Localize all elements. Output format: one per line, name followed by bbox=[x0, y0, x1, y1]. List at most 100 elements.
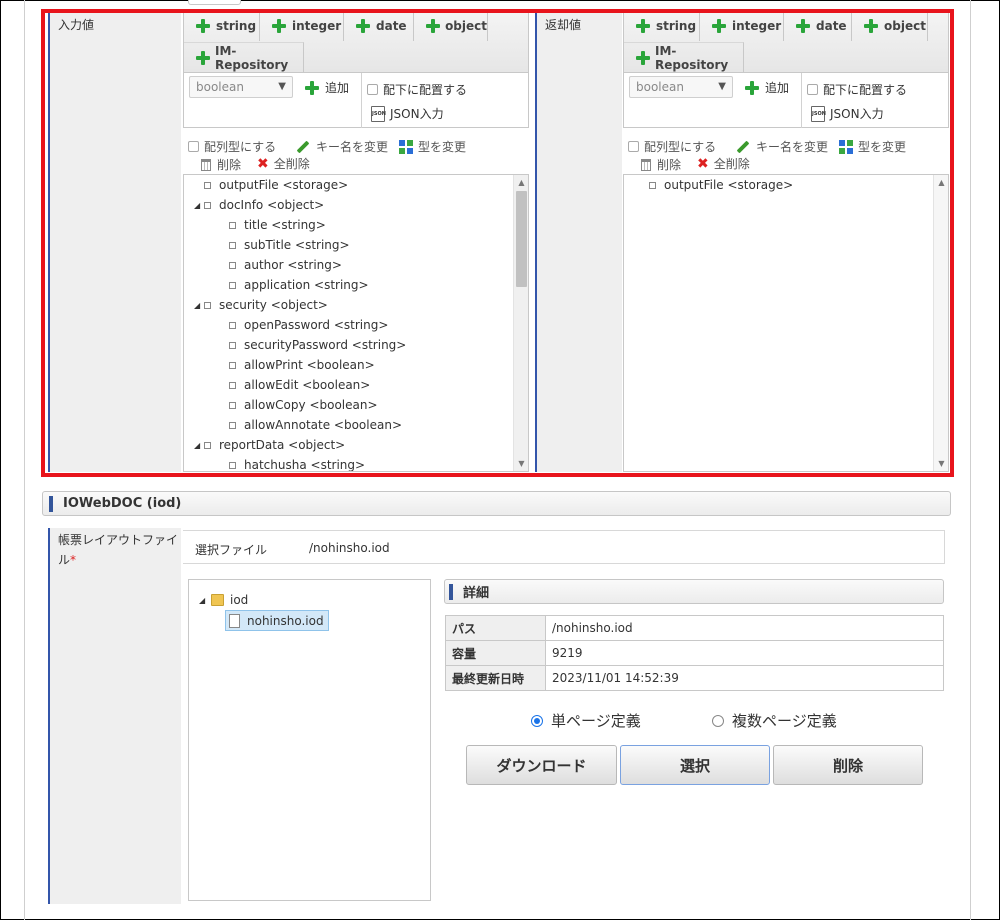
tree-node[interactable]: author <string> bbox=[229, 255, 342, 275]
expand-triangle-icon[interactable]: ◢ bbox=[194, 301, 204, 310]
tree-node[interactable]: outputFile <storage> bbox=[649, 175, 793, 195]
output-delete-all-button[interactable]: ✖ 全削除 bbox=[697, 155, 750, 172]
close-icon: ✖ bbox=[257, 155, 269, 172]
output-delete-button[interactable]: 削除 bbox=[641, 156, 681, 173]
input-array-button[interactable]: 配列型にする bbox=[188, 138, 276, 155]
scroll-up-icon[interactable]: ▲ bbox=[934, 175, 948, 190]
output-rename-button[interactable]: キー名を変更 bbox=[736, 138, 828, 155]
delete-file-button[interactable]: 削除 bbox=[773, 745, 923, 785]
tree-node[interactable]: title <string> bbox=[229, 215, 326, 235]
divider bbox=[361, 73, 362, 128]
table-row: 最終更新日時 2023/11/01 14:52:39 bbox=[445, 665, 944, 691]
tree-node[interactable]: allowAnnotate <boolean> bbox=[229, 415, 402, 435]
input-json-button[interactable]: JSON JSON入力 bbox=[371, 105, 444, 122]
plus-icon bbox=[426, 19, 441, 33]
input-delete-all-button[interactable]: ✖ 全削除 bbox=[257, 155, 310, 172]
radio-multi-page[interactable]: 複数ページ定義 bbox=[712, 710, 837, 731]
pencil-icon bbox=[736, 140, 750, 153]
node-icon bbox=[229, 281, 236, 289]
select-button[interactable]: 選択 bbox=[620, 745, 770, 785]
expand-triangle-icon[interactable]: ◢ bbox=[194, 441, 204, 450]
node-icon bbox=[204, 301, 211, 309]
output-change-type-button[interactable]: 型を変更 bbox=[839, 138, 906, 155]
input-tab-date[interactable]: date bbox=[344, 11, 414, 41]
node-icon bbox=[229, 341, 236, 349]
tree-node[interactable]: outputFile <storage> bbox=[194, 175, 348, 195]
download-button[interactable]: ダウンロード bbox=[466, 745, 617, 785]
plus-icon bbox=[636, 19, 650, 33]
scroll-down-icon[interactable]: ▼ bbox=[934, 456, 948, 471]
radio-unselected-icon bbox=[712, 714, 724, 727]
output-tree[interactable]: outputFile <storage> ▲ ▼ bbox=[623, 174, 949, 472]
trash-icon bbox=[641, 158, 651, 171]
output-tab-integer[interactable]: integer bbox=[700, 11, 784, 41]
chevron-down-icon: ▼ bbox=[718, 81, 726, 92]
tree-folder-iod[interactable]: ◢ iod bbox=[199, 590, 248, 610]
tree-file-nohinsho[interactable]: nohinsho.iod bbox=[225, 610, 329, 631]
tree-node[interactable]: allowPrint <boolean> bbox=[229, 355, 375, 375]
details-table: パス/nohinsho.iod 容量 9219 最終更新日時 2023/11/01 … bbox=[445, 615, 944, 691]
plus-icon bbox=[196, 50, 211, 65]
radio-single-page[interactable]: 単ページ定義 bbox=[531, 710, 641, 731]
expand-triangle-icon[interactable]: ◢ bbox=[199, 596, 209, 605]
input-tree[interactable]: outputFile <storage> ◢ docInfo <object> t… bbox=[183, 174, 529, 472]
input-add-button[interactable]: 追加 bbox=[305, 79, 349, 96]
node-icon bbox=[204, 441, 211, 449]
selected-file-value: /nohinsho.iod bbox=[309, 541, 390, 555]
trash-icon bbox=[201, 158, 211, 171]
output-tree-scrollbar[interactable]: ▲ ▼ bbox=[933, 175, 948, 471]
output-tab-string[interactable]: string bbox=[624, 11, 700, 41]
plus-icon bbox=[196, 19, 210, 33]
plus-icon bbox=[272, 19, 286, 33]
file-tree[interactable]: ◢ iod nohinsho.iod bbox=[188, 579, 431, 901]
output-add-button[interactable]: 追加 bbox=[745, 79, 789, 96]
json-file-icon: JSON bbox=[811, 105, 826, 122]
input-label: 入力値 bbox=[58, 18, 95, 32]
node-icon bbox=[229, 401, 236, 409]
details-header: 詳細 bbox=[444, 579, 944, 604]
input-type-tabs: string integer date object IM-Repository bbox=[184, 11, 528, 73]
input-change-type-button[interactable]: 型を変更 bbox=[399, 138, 466, 155]
checkbox-icon bbox=[628, 141, 639, 152]
tree-node[interactable]: allowEdit <boolean> bbox=[229, 375, 370, 395]
scroll-down-icon[interactable]: ▼ bbox=[514, 456, 528, 471]
tree-node[interactable]: openPassword <string> bbox=[229, 315, 388, 335]
output-array-button[interactable]: 配列型にする bbox=[628, 138, 716, 155]
checkbox-icon bbox=[807, 84, 818, 95]
tree-node[interactable]: ◢ docInfo <object> bbox=[194, 195, 324, 215]
input-tab-object[interactable]: object bbox=[414, 11, 488, 41]
input-rename-button[interactable]: キー名を変更 bbox=[296, 138, 388, 155]
checkbox-icon bbox=[188, 141, 199, 152]
tree-node[interactable]: securityPassword <string> bbox=[229, 335, 406, 355]
layout-file-label: 帳票レイアウトファイル* bbox=[58, 533, 179, 567]
tree-node[interactable]: allowCopy <boolean> bbox=[229, 395, 378, 415]
output-tab-date[interactable]: date bbox=[784, 11, 852, 41]
tree-node[interactable]: subTitle <string> bbox=[229, 235, 350, 255]
node-icon bbox=[229, 221, 236, 229]
input-delete-button[interactable]: 削除 bbox=[201, 156, 241, 173]
output-tab-object[interactable]: object bbox=[852, 11, 928, 41]
output-json-button[interactable]: JSON JSON入力 bbox=[811, 105, 884, 122]
output-place-under-checkbox[interactable]: 配下に配置する bbox=[807, 81, 907, 98]
top-stub bbox=[188, 0, 241, 5]
tree-node[interactable]: application <string> bbox=[229, 275, 369, 295]
input-label-cell: 入力値 bbox=[48, 10, 181, 472]
input-tab-integer[interactable]: integer bbox=[260, 11, 344, 41]
node-icon bbox=[649, 181, 656, 189]
output-toolbar: string integer date object IM-Repository… bbox=[623, 10, 949, 128]
scroll-up-icon[interactable]: ▲ bbox=[514, 175, 528, 190]
output-tab-im-repository[interactable]: IM-Repository bbox=[624, 42, 744, 72]
input-tree-scrollbar[interactable]: ▲ ▼ bbox=[513, 175, 528, 471]
input-place-under-checkbox[interactable]: 配下に配置する bbox=[367, 81, 467, 98]
input-tab-string[interactable]: string bbox=[184, 11, 260, 41]
tree-node[interactable]: ◢ reportData <object> bbox=[194, 435, 345, 455]
expand-triangle-icon[interactable]: ◢ bbox=[194, 201, 204, 210]
tree-node[interactable]: ◢ security <object> bbox=[194, 295, 328, 315]
input-type-select[interactable]: boolean ▼ bbox=[189, 76, 293, 98]
input-tab-im-repository[interactable]: IM-Repository bbox=[184, 42, 304, 72]
tree-node[interactable]: hatchusha <string> bbox=[229, 455, 365, 471]
node-icon bbox=[229, 461, 236, 469]
scroll-thumb[interactable] bbox=[516, 191, 527, 287]
input-toolbar: string integer date object IM-Repository… bbox=[183, 10, 529, 128]
output-type-select[interactable]: boolean ▼ bbox=[629, 76, 733, 98]
